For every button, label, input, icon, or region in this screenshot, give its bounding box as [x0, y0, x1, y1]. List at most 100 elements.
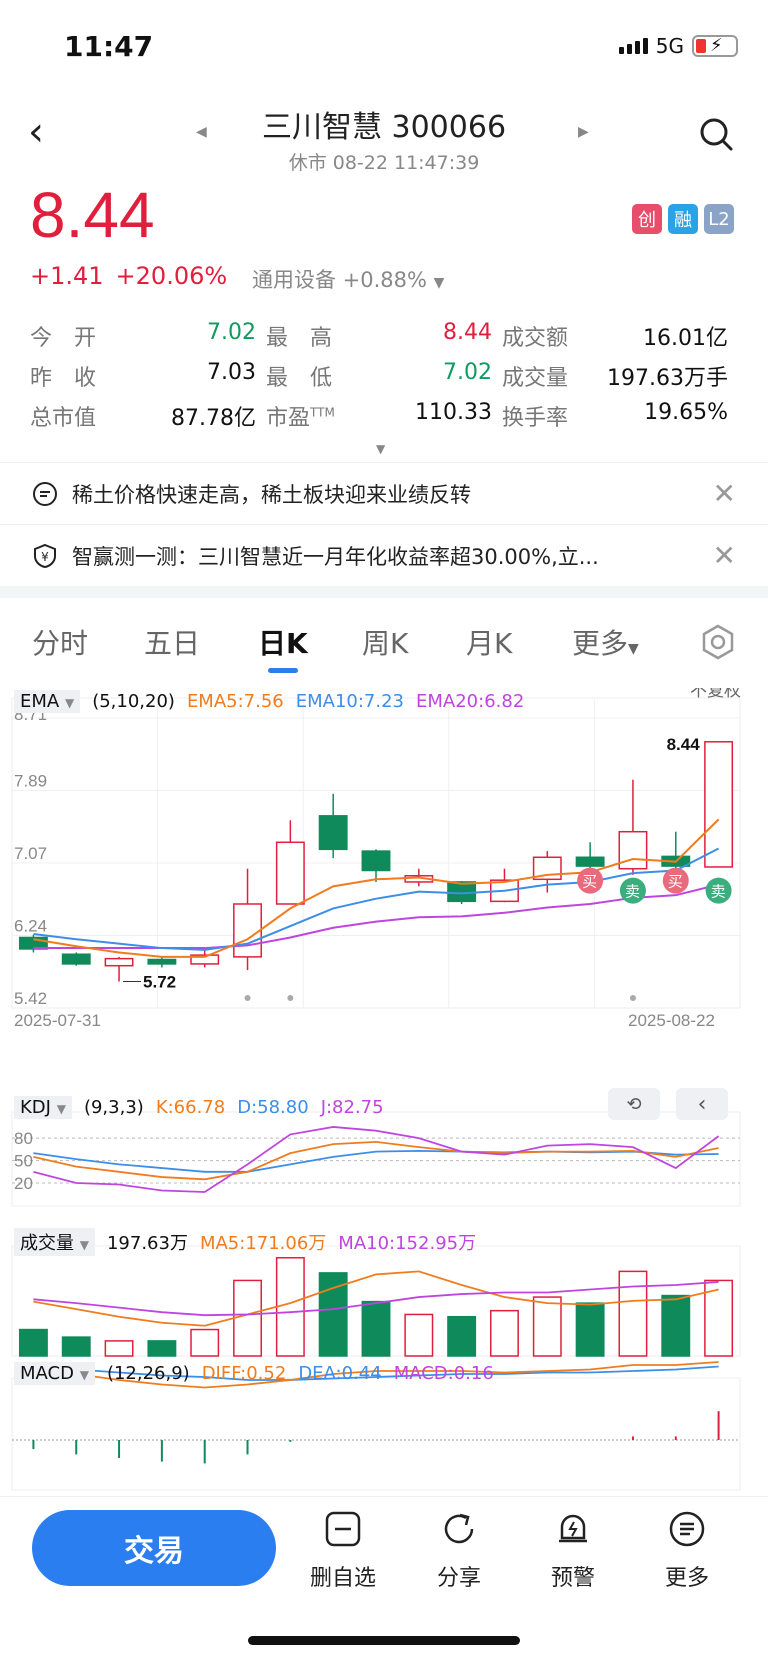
remove-watchlist-label: 删自选 — [309, 1566, 376, 1591]
collapse-icon[interactable]: ‹ — [676, 1088, 728, 1120]
date-start-label: 2025-07-31 — [14, 1011, 101, 1030]
tab-weekly-k[interactable]: 周K — [362, 622, 408, 662]
close-icon[interactable]: ✕ — [713, 539, 736, 572]
volume-name: 成交量 — [20, 1233, 74, 1254]
macd-panel-border — [11, 1377, 741, 1491]
change-abs: +1.41 — [30, 262, 104, 290]
stat-cell: 最 高 8.44 — [266, 320, 502, 352]
volume-bar — [147, 1340, 177, 1357]
kdj-j-value: J:82.75 — [320, 1097, 384, 1118]
volume-bar — [275, 1257, 305, 1357]
ema-params: (5,10,20) — [92, 691, 175, 712]
network-label: 5G — [655, 34, 684, 58]
macd-dea-value: DEA:0.44 — [298, 1363, 382, 1384]
volume-bar — [190, 1328, 220, 1357]
candle-body — [61, 953, 91, 965]
candle-body — [704, 741, 734, 868]
price-change: +1.41 +20.06% — [30, 262, 239, 290]
badge-2: L2 — [704, 204, 734, 234]
more-label: 更多 — [664, 1566, 709, 1591]
ema5-value: EMA5:7.56 — [186, 691, 284, 712]
chat-icon — [33, 481, 57, 506]
high-label: 8.44 — [667, 735, 701, 754]
low-label: 5.72 — [143, 973, 176, 992]
share-label: 分享 — [436, 1566, 481, 1591]
tab-monthly-k[interactable]: 月K — [466, 622, 512, 662]
market-status: 休市 08-22 11:47:39 — [288, 152, 480, 174]
tab-daily-k[interactable]: 日K — [258, 622, 308, 662]
status-time: 11:47 — [64, 30, 154, 63]
candle-body — [147, 958, 177, 965]
ema-name: EMA — [20, 691, 60, 712]
volume-selector[interactable]: 成交量 ▼ — [14, 1228, 95, 1256]
ema-header: EMA ▼ (5,10,20) EMA5:7.56 EMA10:7.23 EMA… — [14, 690, 524, 713]
remove-watchlist-button[interactable]: 删自选 — [298, 1510, 388, 1592]
settings-icon[interactable] — [700, 624, 736, 660]
chevron-down-icon: ▼ — [64, 696, 75, 710]
ema20-line — [33, 883, 719, 950]
news-item[interactable]: ¥ 智赢测一测：三川智慧近一月年化收益率超30.00%,立... ✕ — [0, 524, 768, 586]
stat-label: 最 低 — [266, 366, 333, 391]
no-adjust-label: 不复权 — [690, 688, 741, 700]
candle-body — [275, 841, 305, 905]
kdj-d-value: D:58.80 — [237, 1097, 309, 1118]
marker-dot — [629, 995, 636, 1001]
kdj-selector[interactable]: KDJ ▼ — [14, 1096, 72, 1119]
badge-group: 创融 L2 — [632, 204, 734, 234]
bottom-divider — [0, 1496, 768, 1497]
volume-bar — [532, 1296, 562, 1357]
marker-dot — [244, 995, 251, 1001]
chevron-down-icon: ▼ — [79, 1368, 89, 1382]
signal-label: 卖 — [711, 884, 726, 901]
home-indicator — [248, 1636, 520, 1645]
kdj-header: KDJ ▼ (9,3,3) K:66.78 D:58.80 J:82.75 — [14, 1096, 384, 1119]
section-divider — [0, 586, 768, 598]
y-tick-label: 6.24 — [14, 917, 47, 936]
tab-intraday[interactable]: 分时 — [32, 622, 88, 662]
chevron-down-icon: ▼ — [433, 275, 445, 291]
quote-stats: 今 开 7.02 最 高 8.44 成交额 16.01亿昨 收 7.03 最 低 7.02 成交量… — [30, 316, 738, 436]
stat-label: 今 开 — [30, 326, 97, 351]
stat-cell: 成交量 197.63万手 — [502, 360, 738, 392]
candle-body — [618, 830, 648, 870]
ema-selector[interactable]: EMA ▼ — [14, 690, 81, 713]
signal-label: 卖 — [625, 884, 640, 901]
tab-more-label: 更多 — [572, 627, 629, 660]
macd-selector[interactable]: MACD ▼ — [14, 1362, 95, 1385]
more-button[interactable]: 更多 — [642, 1510, 732, 1592]
signal-label: 买 — [582, 874, 597, 891]
industry-label: 通用设备 +0.88% — [252, 268, 427, 292]
stat-cell: 最 低 7.02 — [266, 360, 502, 392]
ema5-line — [33, 818, 720, 958]
ema20-value: EMA20:6.82 — [416, 691, 525, 712]
rotate-icon[interactable]: ⟲ — [608, 1088, 660, 1120]
volume-bar — [661, 1294, 691, 1357]
stat-value: 16.01亿 — [643, 326, 728, 351]
stat-value: 7.02 — [207, 320, 256, 345]
volume-bar — [233, 1279, 262, 1357]
news-item[interactable]: 稀土价格快速走高，稀土板块迎来业绩反转 ✕ — [0, 462, 768, 524]
candle-body — [447, 881, 477, 903]
macd-macd-value: MACD:0.16 — [393, 1363, 494, 1384]
volume-ma10: MA10:152.95万 — [338, 1233, 477, 1254]
ema10-value: EMA10:7.23 — [295, 691, 405, 712]
macd-diff-value: DIFF:0.52 — [201, 1363, 287, 1384]
stat-value: 7.02 — [443, 360, 492, 385]
chevron-down-icon: ▼ — [79, 1238, 89, 1252]
expand-icon[interactable]: ▼ — [376, 442, 385, 456]
industry-link[interactable]: 通用设备 +0.88% ▼ — [252, 264, 444, 294]
stat-label: 总市值 — [30, 406, 97, 431]
volume-ma5: MA5:171.06万 — [199, 1233, 327, 1254]
close-icon[interactable]: ✕ — [713, 477, 736, 510]
alert-button[interactable]: 预警 — [528, 1510, 618, 1592]
search-icon[interactable] — [698, 116, 734, 152]
kdj-k-value: K:66.78 — [155, 1097, 226, 1118]
tab-more[interactable]: 更多▼ — [572, 622, 639, 662]
tab-five-day[interactable]: 五日 — [144, 622, 200, 662]
volume-bar — [618, 1270, 648, 1357]
share-button[interactable]: 分享 — [414, 1510, 504, 1592]
badge-1: 融 — [668, 204, 698, 234]
trade-button[interactable]: 交易 — [32, 1510, 276, 1586]
stat-value: 110.33 — [415, 400, 492, 425]
stat-cell: 今 开 7.02 — [30, 320, 266, 352]
